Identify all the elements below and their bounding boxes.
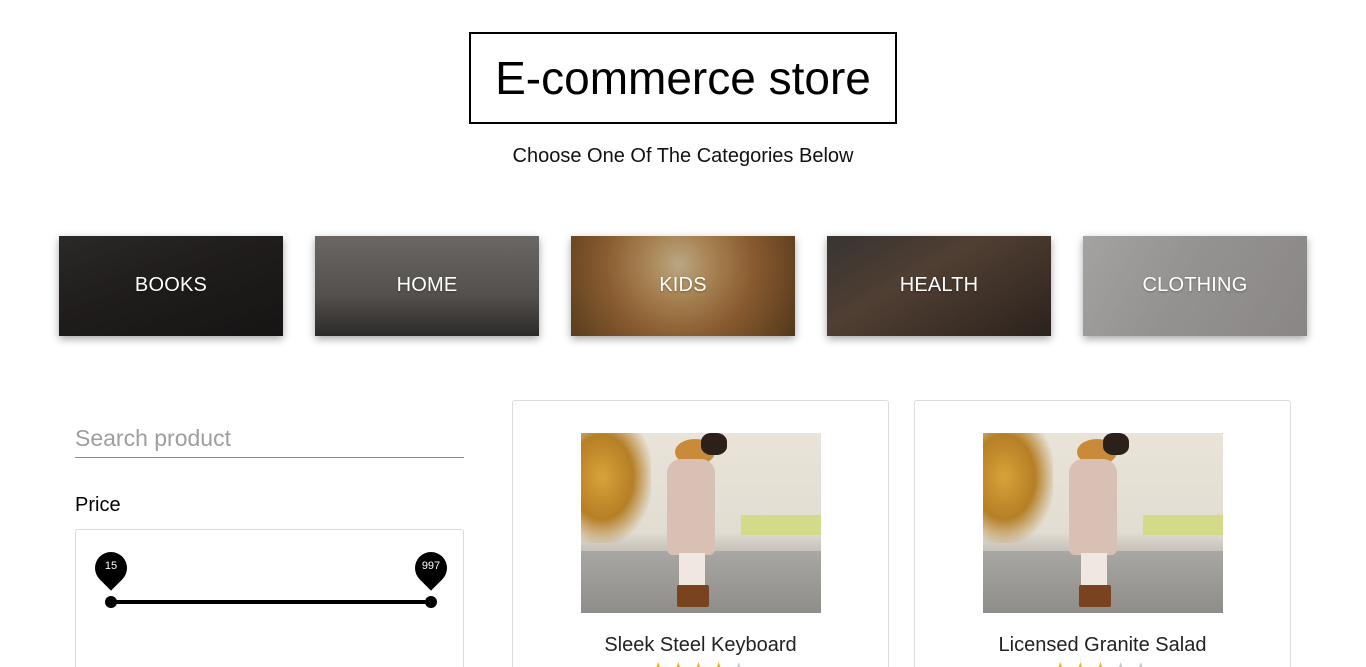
product-rating: ★★★★★ bbox=[513, 659, 888, 667]
star-icon: ★ bbox=[1133, 659, 1153, 667]
star-icon: ★ bbox=[711, 659, 731, 667]
price-max-value: 997 bbox=[421, 560, 441, 572]
star-icon: ★ bbox=[1072, 659, 1092, 667]
price-filter-label: Price bbox=[75, 494, 121, 516]
price-min-value: 15 bbox=[104, 560, 118, 572]
category-card-books[interactable]: BOOKS bbox=[59, 236, 283, 336]
product-card[interactable]: Sleek Steel Keyboard ★★★★★ bbox=[512, 400, 889, 667]
category-label: HOME bbox=[396, 274, 458, 296]
product-rating: ★★★★★ bbox=[915, 659, 1290, 667]
price-slider-max-handle[interactable] bbox=[425, 596, 437, 608]
category-card-home[interactable]: HOME bbox=[315, 236, 539, 336]
star-icon: ★ bbox=[670, 659, 690, 667]
category-card-clothing[interactable]: CLOTHING bbox=[1083, 236, 1307, 336]
category-card-health[interactable]: HEALTH bbox=[827, 236, 1051, 336]
category-card-kids[interactable]: KIDS bbox=[571, 236, 795, 336]
search-field bbox=[75, 420, 464, 458]
page-subtitle: Choose One Of The Categories Below bbox=[512, 145, 854, 167]
product-name[interactable]: Sleek Steel Keyboard bbox=[513, 634, 888, 657]
product-image bbox=[983, 433, 1223, 613]
star-icon: ★ bbox=[1113, 659, 1133, 667]
price-filter-panel: 15 997 bbox=[75, 529, 464, 667]
price-slider-min-handle[interactable] bbox=[105, 596, 117, 608]
product-card[interactable]: Licensed Granite Salad ★★★★★ bbox=[914, 400, 1291, 667]
star-icon: ★ bbox=[731, 659, 751, 667]
category-label: CLOTHING bbox=[1142, 274, 1248, 296]
product-name[interactable]: Licensed Granite Salad bbox=[915, 634, 1290, 657]
star-icon: ★ bbox=[650, 659, 670, 667]
star-icon: ★ bbox=[1092, 659, 1112, 667]
product-image bbox=[581, 433, 821, 613]
store-title: E-commerce store bbox=[469, 32, 897, 124]
star-icon: ★ bbox=[690, 659, 710, 667]
search-input[interactable] bbox=[75, 420, 464, 456]
price-slider-track[interactable] bbox=[110, 600, 432, 604]
category-label: KIDS bbox=[659, 274, 707, 296]
category-label: BOOKS bbox=[134, 274, 208, 296]
category-label: HEALTH bbox=[899, 274, 979, 296]
category-list: BOOKS HOME KIDS HEALTH CLOTHING bbox=[59, 236, 1307, 336]
star-icon: ★ bbox=[1052, 659, 1072, 667]
